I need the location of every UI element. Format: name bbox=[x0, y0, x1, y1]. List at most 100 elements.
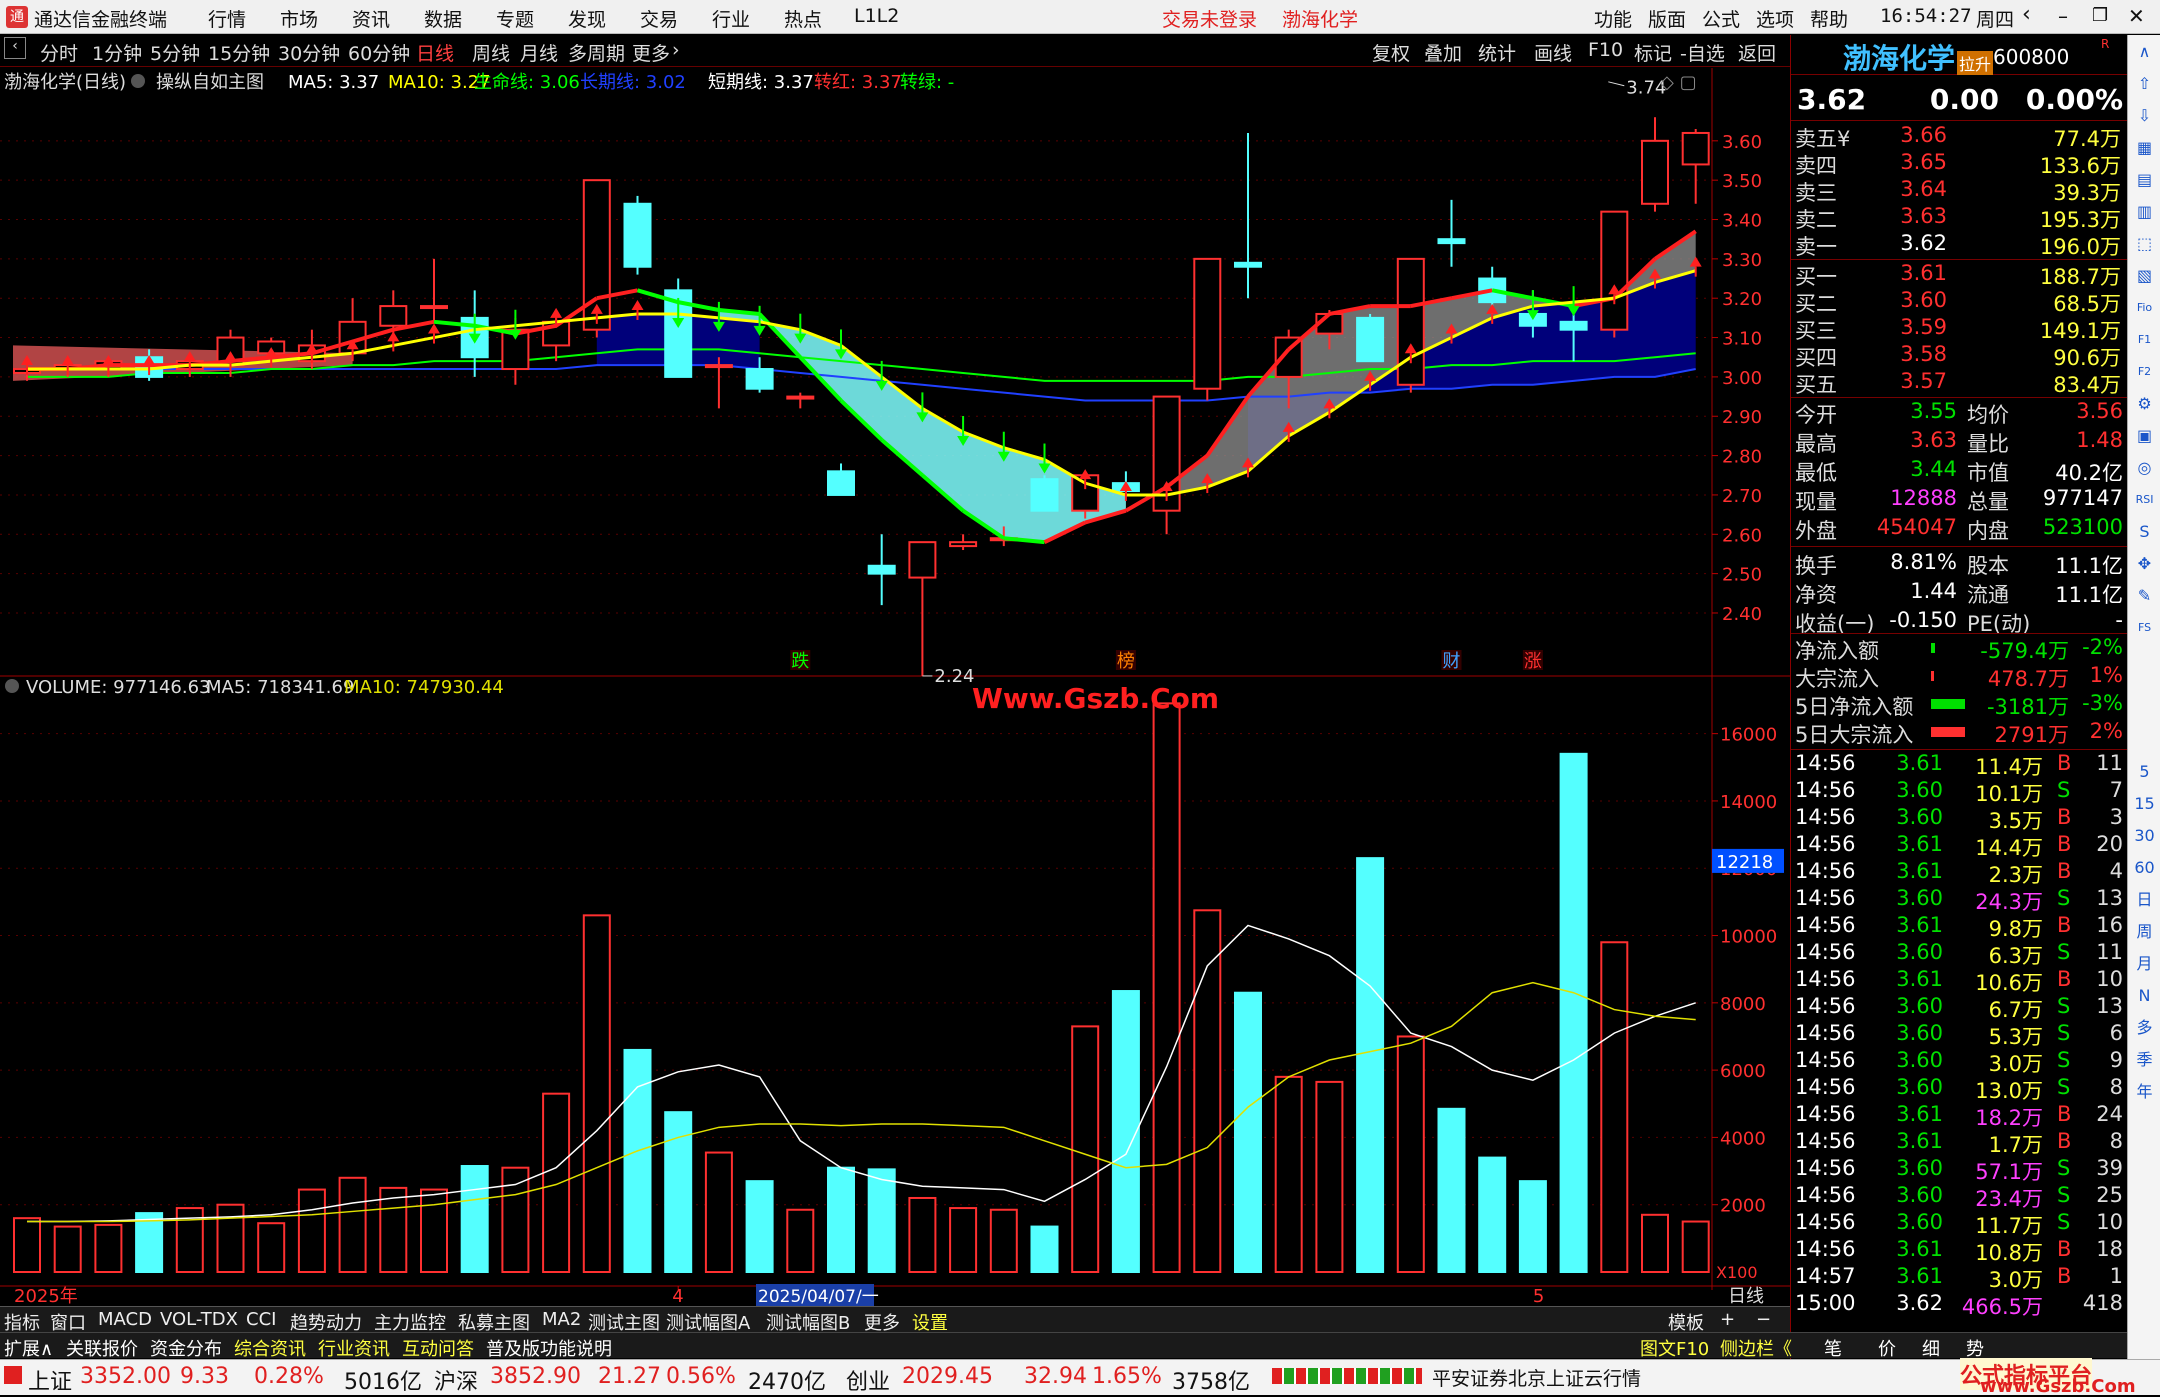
flow-pct: 2% bbox=[2089, 719, 2123, 743]
sidebar-tool-icon[interactable]: ▧ bbox=[2132, 263, 2157, 288]
ask-label: 卖二 bbox=[1795, 208, 1837, 232]
volume-bar bbox=[1193, 909, 1222, 1273]
index-name[interactable]: 沪深 bbox=[434, 1364, 478, 1396]
indicator-tab-8[interactable]: MA2 bbox=[542, 1309, 581, 1330]
tick-price: 3.61 bbox=[1896, 859, 1943, 883]
tick-side: B bbox=[2057, 1129, 2072, 1153]
minimize-icon[interactable]: – bbox=[2058, 4, 2068, 28]
sidebar-period-7[interactable]: N bbox=[2132, 983, 2157, 1008]
sidebar-tool-icon[interactable]: ⬚ bbox=[2132, 231, 2157, 256]
tick-volume: 3.0万 bbox=[1988, 1052, 2043, 1076]
side-tab-2[interactable]: 笔 bbox=[1824, 1335, 1842, 1361]
sidebar-tool-icon[interactable]: FS bbox=[2132, 615, 2157, 640]
info-tab-4[interactable]: 行业资讯 bbox=[318, 1335, 390, 1361]
tick-volume: 10.8万 bbox=[1975, 1241, 2043, 1265]
sidebar-period-3[interactable]: 60 bbox=[2132, 855, 2157, 880]
indicator-tab-2[interactable]: MACD bbox=[98, 1309, 152, 1330]
side-tab-3[interactable]: 价 bbox=[1878, 1335, 1896, 1361]
indicator-tab-3[interactable]: VOL-TDX bbox=[160, 1309, 238, 1330]
tick-time: 14:57 bbox=[1795, 1264, 1856, 1288]
sidebar-tool-icon[interactable]: ▣ bbox=[2132, 423, 2157, 448]
event-marker-text[interactable]: 跌 bbox=[791, 651, 809, 672]
sidebar-period-9[interactable]: 季 bbox=[2132, 1047, 2157, 1072]
event-marker-text[interactable]: 榜 bbox=[1117, 651, 1135, 672]
side-tab-0[interactable]: 图文F10 bbox=[1640, 1335, 1709, 1361]
volume-bar bbox=[908, 1196, 937, 1273]
volume-bar bbox=[1681, 1220, 1710, 1274]
sidebar-tool-icon[interactable]: ✎ bbox=[2132, 583, 2157, 608]
sidebar-tool-icon[interactable]: F2 bbox=[2132, 359, 2157, 384]
side-tab-1[interactable]: 侧边栏《 bbox=[1720, 1335, 1792, 1361]
sidebar-period-1[interactable]: 15 bbox=[2132, 791, 2157, 816]
event-marker-text[interactable]: 涨 bbox=[1524, 651, 1542, 672]
tick-count: 9 bbox=[2109, 1048, 2123, 1072]
close-icon[interactable]: ✕ bbox=[2128, 4, 2145, 28]
sidebar-period-6[interactable]: 月 bbox=[2132, 951, 2157, 976]
tick-volume: 466.5万 bbox=[1961, 1295, 2043, 1319]
index-value: 2029.45 bbox=[902, 1364, 993, 1389]
info-tab-6[interactable]: 普及版功能说明 bbox=[486, 1335, 612, 1361]
sidebar-tool-icon[interactable]: F1 bbox=[2132, 327, 2157, 352]
sidebar-period-5[interactable]: 周 bbox=[2132, 919, 2157, 944]
sidebar-tool-icon[interactable]: Fio bbox=[2132, 295, 2157, 320]
stat-value: 40.2亿 bbox=[2055, 461, 2123, 485]
sidebar-period-10[interactable]: 年 bbox=[2132, 1079, 2157, 1104]
sidebar-tool-icon[interactable]: ∧ bbox=[2132, 39, 2157, 64]
tick-price: 3.60 bbox=[1896, 1021, 1943, 1045]
info-tab-3[interactable]: 综合资讯 bbox=[234, 1335, 306, 1361]
index-change: 32.94 bbox=[1024, 1364, 1087, 1389]
info-tab-5[interactable]: 互动问答 bbox=[402, 1335, 474, 1361]
side-tab-4[interactable]: 细 bbox=[1922, 1335, 1940, 1361]
sidebar-tool-icon[interactable]: ▦ bbox=[2132, 135, 2157, 160]
flow-label: 净流入额 bbox=[1795, 639, 1879, 663]
tick-time: 15:00 bbox=[1795, 1291, 1856, 1315]
sidebar-tool-icon[interactable]: ⚙ bbox=[2132, 391, 2157, 416]
index-name[interactable]: 上证 bbox=[28, 1364, 72, 1396]
restore-icon[interactable]: ❐ bbox=[2092, 5, 2108, 26]
info-tab-0[interactable]: 扩展∧ bbox=[4, 1335, 53, 1361]
tick-side: S bbox=[2057, 1156, 2071, 1180]
flow-row: 5日大宗流入 2791万 2% bbox=[1791, 719, 2128, 747]
sidebar-tool-icon[interactable]: ✥ bbox=[2132, 551, 2157, 576]
volume-bar bbox=[664, 1111, 693, 1274]
tick-volume: 23.4万 bbox=[1975, 1187, 2043, 1211]
minus-icon[interactable]: − bbox=[1756, 1309, 1771, 1330]
vol-dropdown-icon[interactable] bbox=[5, 679, 19, 693]
ask-row: 卖四 3.65 133.6万 bbox=[1791, 150, 2128, 178]
index-name[interactable]: 创业 bbox=[846, 1364, 890, 1396]
indicator-tab-4[interactable]: CCI bbox=[246, 1309, 276, 1330]
event-marker-text[interactable]: 财 bbox=[1443, 651, 1461, 672]
sidebar-tool-icon[interactable]: RSI bbox=[2132, 487, 2157, 512]
right-menu-4[interactable]: 帮助 bbox=[1810, 5, 1848, 32]
vol-tick: 8000 bbox=[1720, 994, 1766, 1015]
sidebar-tool-icon[interactable]: ⇩ bbox=[2132, 103, 2157, 128]
settings-icon[interactable]: ◇ ▢ bbox=[1660, 72, 1697, 93]
stat-label: 外盘 bbox=[1795, 519, 1837, 543]
tick-price: 3.61 bbox=[1896, 832, 1943, 856]
sidebar-tool-icon[interactable]: S bbox=[2132, 519, 2157, 544]
sidebar-period-2[interactable]: 30 bbox=[2132, 823, 2157, 848]
back-icon[interactable]: ‹ bbox=[2022, 2, 2031, 27]
sidebar-tool-icon[interactable]: ⇧ bbox=[2132, 71, 2157, 96]
sidebar-tool-icon[interactable]: ▤ bbox=[2132, 167, 2157, 192]
sidebar-period-0[interactable]: 5 bbox=[2132, 759, 2157, 784]
right-sidebar: ∧ ⇧ ⇩ ▦ ▤ ▥ ⬚ ▧ Fio F1 F2 ⚙ ▣ ◎ RSI S ✥ ✎ FS 5 15 30 60 日周月 N 多季年 bbox=[2127, 35, 2160, 1360]
volume-bar bbox=[989, 1208, 1018, 1273]
market-breadth-icon bbox=[1272, 1368, 1422, 1384]
formula-name[interactable]: 操纵自如主图 bbox=[156, 72, 264, 93]
tick-row: 14:56 3.60 13.0万 S 8 bbox=[1791, 1075, 2128, 1103]
sidebar-tool-icon[interactable]: ▥ bbox=[2132, 199, 2157, 224]
info-tab-1[interactable]: 关联报价 bbox=[66, 1335, 138, 1361]
sidebar-period-8[interactable]: 多 bbox=[2132, 1015, 2157, 1040]
brand-url: www.Gszb.Com bbox=[1980, 1376, 2136, 1397]
formula-dropdown-icon[interactable] bbox=[131, 74, 145, 88]
chart-area[interactable]: 3.60 3.50 3.40 3.30 3.20 3.10 3.00 2.90 2.80 2.70… bbox=[0, 0, 1790, 1306]
stat-row: 最低 3.44 市值 40.2亿 bbox=[1791, 457, 2128, 485]
volume-bar bbox=[949, 1207, 978, 1273]
sidebar-tool-icon[interactable]: ◎ bbox=[2132, 455, 2157, 480]
tick-row: 14:56 3.61 9.8万 B 16 bbox=[1791, 913, 2128, 941]
quote-code: 600800 bbox=[1993, 45, 2070, 69]
info-tab-2[interactable]: 资金分布 bbox=[150, 1335, 222, 1361]
add-icon[interactable]: + bbox=[1720, 1309, 1735, 1330]
sidebar-period-4[interactable]: 日 bbox=[2132, 887, 2157, 912]
